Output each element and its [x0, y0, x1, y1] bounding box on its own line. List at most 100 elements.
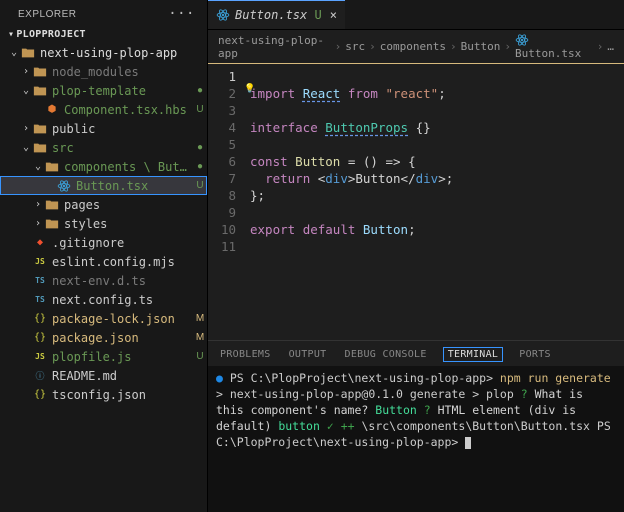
tree-item-label: .gitignore	[52, 236, 193, 250]
git-icon: ◆	[32, 237, 48, 248]
tree-item-node-modules[interactable]: › node_modules	[0, 62, 207, 81]
hbs-icon: ⬢	[44, 104, 60, 115]
chevron-icon: ⌄	[20, 142, 32, 153]
json-icon: {}	[32, 313, 48, 324]
tree-item-label: next-using-plop-app	[40, 46, 193, 60]
chevron-icon: ›	[20, 123, 32, 134]
git-status: M	[193, 313, 207, 324]
tree-item-src[interactable]: ⌄src●	[0, 138, 207, 157]
tree-item-styles[interactable]: › styles	[0, 214, 207, 233]
tab-bar: Button.tsx U ×	[208, 0, 624, 30]
git-status: U	[193, 180, 207, 191]
folder-icon	[32, 65, 48, 79]
panel-tab-debug-console[interactable]: DEBUG CONSOLE	[343, 347, 429, 362]
cursor	[465, 437, 471, 449]
panel-tab-problems[interactable]: PROBLEMS	[218, 347, 273, 362]
git-status: ●	[193, 161, 207, 172]
tree-item-package-json[interactable]: {} package.jsonM	[0, 328, 207, 347]
tree-item-next-using-plop-app[interactable]: ⌄ next-using-plop-app	[0, 43, 207, 62]
chevron-right-icon: ›	[335, 40, 342, 53]
chevron-icon: ›	[32, 218, 44, 229]
js-icon: JS	[32, 352, 48, 361]
folder-icon	[32, 141, 48, 155]
folder-icon	[44, 217, 60, 231]
git-status: ●	[193, 85, 207, 96]
breadcrumb-item[interactable]: Button	[461, 40, 501, 53]
tree-item-label: tsconfig.json	[52, 388, 193, 402]
tree-item-label: next-env.d.ts	[52, 274, 193, 288]
chevron-icon: ›	[32, 199, 44, 210]
tree-item-label: Button.tsx	[76, 179, 193, 193]
breadcrumb-item[interactable]: components	[380, 40, 446, 53]
folder-icon	[32, 122, 48, 136]
chevron-right-icon: ›	[597, 40, 604, 53]
tree-item-tsconfig-json[interactable]: {} tsconfig.json	[0, 385, 207, 404]
folder-icon	[20, 46, 36, 60]
tree-item-plop-template[interactable]: ⌄ plop-template●	[0, 81, 207, 100]
folder-icon	[32, 84, 48, 98]
breadcrumb-item[interactable]: next-using-plop-app	[218, 34, 331, 60]
chevron-icon: ›	[20, 66, 32, 77]
explorer-header: EXPLORER ···	[0, 0, 207, 26]
tree-item-package-lock-json[interactable]: {}package-lock.jsonM	[0, 309, 207, 328]
md-icon: ⓘ	[32, 369, 48, 382]
panel-tab-output[interactable]: OUTPUT	[287, 347, 329, 362]
tree-item-eslint-config-mjs[interactable]: JS eslint.config.mjs	[0, 252, 207, 271]
js-icon: JS	[32, 257, 48, 266]
code-body[interactable]: 💡import React from "react"; interface Bu…	[246, 64, 624, 340]
more-icon[interactable]: ···	[168, 6, 195, 22]
tree-item-label: plop-template	[52, 84, 193, 98]
tree-item-next-config-ts[interactable]: TSnext.config.ts	[0, 290, 207, 309]
panel-tabs: PROBLEMS OUTPUT DEBUG CONSOLE TERMINAL PORTS	[208, 341, 624, 366]
chevron-icon: ⌄	[20, 85, 32, 96]
breadcrumb-item[interactable]: …	[607, 40, 614, 53]
tree-item-component-tsx-hbs[interactable]: ⬢ Component.tsx.hbsU	[0, 100, 207, 119]
tree-item-label: next.config.ts	[52, 293, 193, 307]
react-icon	[56, 179, 72, 193]
tree-item--gitignore[interactable]: ◆ .gitignore	[0, 233, 207, 252]
explorer-sidebar: EXPLORER ··· ▾PLOPPROJECT ⌄ next-using-pl…	[0, 0, 208, 512]
main-area: Button.tsx U × next-using-plop-app›src›c…	[208, 0, 624, 512]
project-section[interactable]: ▾PLOPPROJECT	[0, 26, 207, 43]
editor[interactable]: 1234567891011 💡import React from "react"…	[208, 63, 624, 340]
tree-item-label: plopfile.js	[52, 350, 193, 364]
tree-item-label: eslint.config.mjs	[52, 255, 193, 269]
panel: PROBLEMS OUTPUT DEBUG CONSOLE TERMINAL PORTS…	[208, 340, 624, 512]
tree-item-label: components \ Button	[64, 160, 193, 174]
tree-item-readme-md[interactable]: ⓘ README.md	[0, 366, 207, 385]
tree-item-label: node_modules	[52, 65, 193, 79]
tree-item-label: Component.tsx.hbs	[64, 103, 193, 117]
react-icon	[216, 8, 230, 22]
chevron-right-icon: ›	[450, 40, 457, 53]
tree-item-plopfile-js[interactable]: JS plopfile.jsU	[0, 347, 207, 366]
tree-item-public[interactable]: › public	[0, 119, 207, 138]
tree-item-next-env-d-ts[interactable]: TS next-env.d.ts	[0, 271, 207, 290]
tree-item-label: styles	[64, 217, 193, 231]
panel-tab-ports[interactable]: PORTS	[517, 347, 553, 362]
tab-label: Button.tsx U	[235, 8, 322, 22]
close-icon[interactable]: ×	[330, 8, 337, 22]
chevron-icon: ⌄	[8, 47, 20, 58]
ts-icon: TS	[32, 276, 48, 285]
breadcrumb-item[interactable]: src	[345, 40, 365, 53]
tree-item-label: README.md	[52, 369, 193, 383]
tree-item-label: package.json	[52, 331, 193, 345]
gutter: 1234567891011	[208, 64, 246, 340]
chevron-right-icon: ›	[504, 40, 511, 53]
breadcrumb-item[interactable]: Button.tsx	[515, 33, 593, 60]
git-status: M	[193, 332, 207, 343]
json-icon: {}	[32, 389, 48, 400]
lightbulb-icon[interactable]: 💡	[244, 81, 255, 98]
tree-item-label: public	[52, 122, 193, 136]
tab-button-tsx[interactable]: Button.tsx U ×	[208, 0, 345, 29]
git-status: U	[193, 351, 207, 362]
tree-item-pages[interactable]: ›pages	[0, 195, 207, 214]
tree-item-button-tsx[interactable]: Button.tsxU	[0, 176, 207, 195]
breadcrumb[interactable]: next-using-plop-app›src›components›Butto…	[208, 30, 624, 63]
json-icon: {}	[32, 332, 48, 343]
panel-tab-terminal[interactable]: TERMINAL	[443, 347, 504, 362]
terminal-body[interactable]: ● PS C:\PlopProject\next-using-plop-app>…	[208, 366, 624, 512]
explorer-title: EXPLORER	[18, 9, 76, 20]
tree-item-components-button[interactable]: ⌄components \ Button●	[0, 157, 207, 176]
git-status: U	[193, 104, 207, 115]
